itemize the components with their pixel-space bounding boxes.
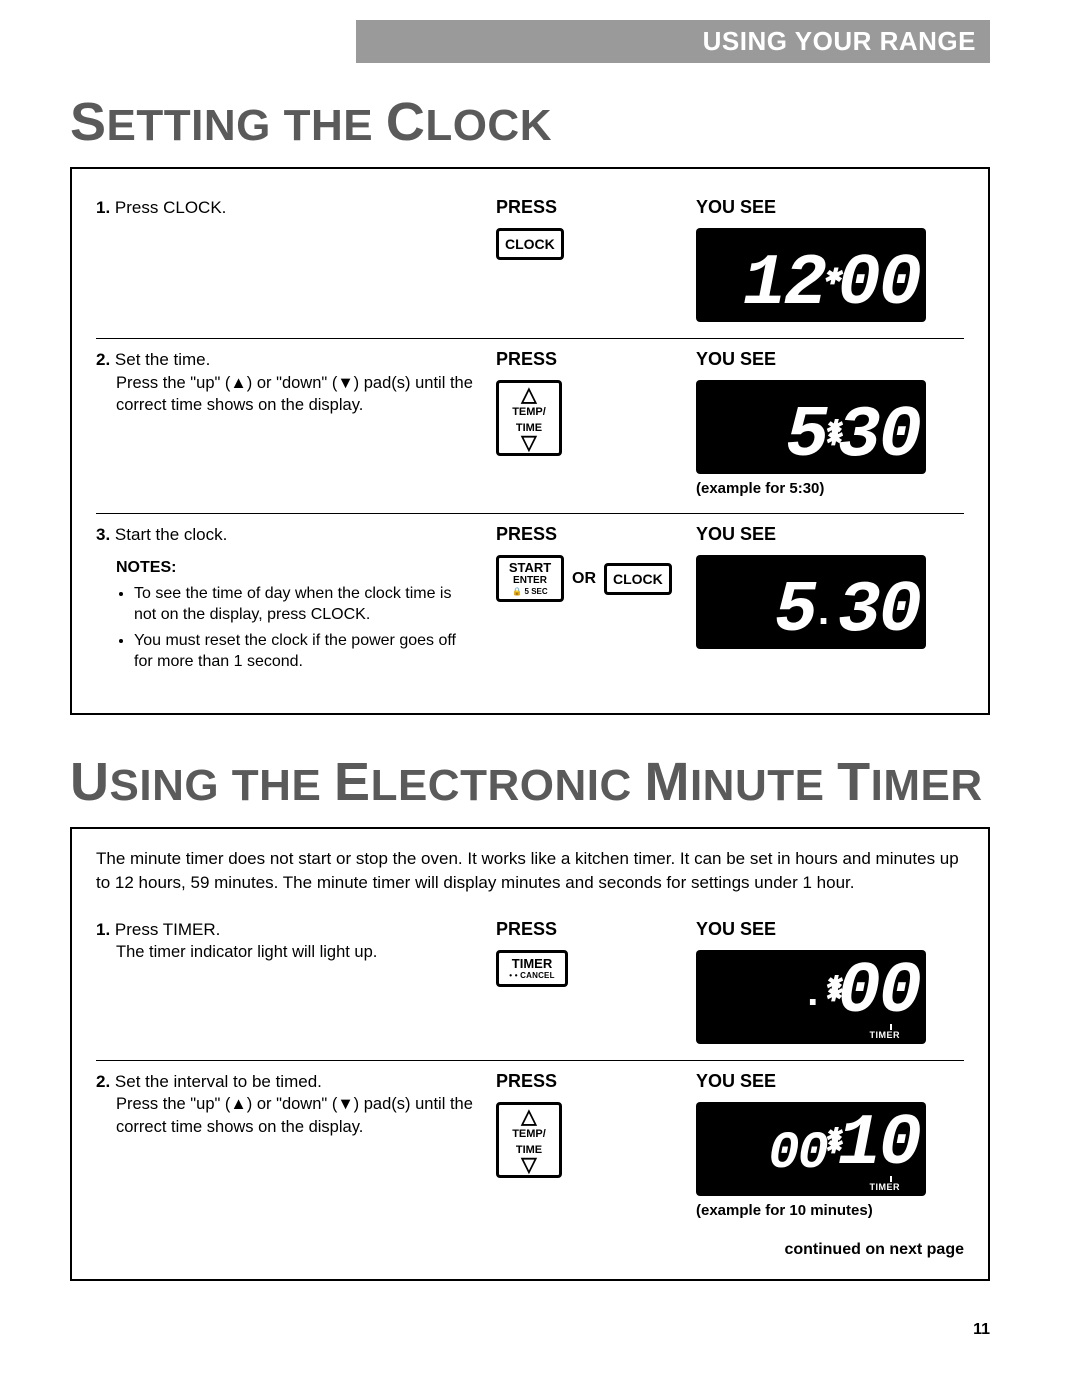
lcd-display-t2: 0 0 ✱✱ 1 0 TIMER bbox=[696, 1102, 926, 1196]
lcd-display-3: 5 . 3 0 bbox=[696, 555, 926, 649]
press-label: PRESS bbox=[496, 1071, 557, 1092]
colon-blink-icon: ✱✱ bbox=[825, 424, 840, 446]
notes-label: NOTES: bbox=[116, 557, 476, 579]
step-row-t1: 1. Press TIMER. The timer indicator ligh… bbox=[96, 909, 964, 1060]
box-minute-timer: The minute timer does not start or stop … bbox=[70, 827, 990, 1281]
yousee-col: YOU SEE . ✱✱ 0 0 TIMER bbox=[696, 919, 964, 1044]
yousee-col: YOU SEE 5 . 3 0 bbox=[696, 524, 964, 677]
step-text: 2. Set the time. Press the "up" (▲) or "… bbox=[96, 349, 476, 497]
down-arrow-icon: ▽ bbox=[503, 1157, 555, 1173]
step-text: 1. Press TIMER. The timer indicator ligh… bbox=[96, 919, 476, 1044]
timer-label: TIMER bbox=[696, 1030, 926, 1044]
press-col: PRESS △ TEMP/ TIME ▽ bbox=[496, 1071, 676, 1219]
note-item: You must reset the clock if the power go… bbox=[134, 630, 476, 673]
lcd-display-t1: . ✱✱ 0 0 TIMER bbox=[696, 950, 926, 1044]
press-label: PRESS bbox=[496, 524, 557, 545]
notes-list: To see the time of day when the clock ti… bbox=[116, 583, 476, 673]
press-col: PRESS START ENTER 5 SEC OR CLOCK bbox=[496, 524, 676, 677]
colon-blink-icon: ✱✱ bbox=[825, 1132, 840, 1154]
display-caption: (example for 5:30) bbox=[696, 480, 824, 497]
heading-minute-timer: USING THE ELECTRONIC MINUTE TIMER bbox=[70, 751, 990, 813]
clock-button-icon: CLOCK bbox=[604, 563, 672, 595]
temp-time-button-icon: △ TEMP/ TIME ▽ bbox=[496, 1102, 562, 1178]
yousee-label: YOU SEE bbox=[696, 1071, 776, 1092]
yousee-col: YOU SEE 5 ✱✱ 3 0 (example for 5:30) bbox=[696, 349, 964, 497]
press-col: PRESS CLOCK bbox=[496, 197, 676, 322]
timer-indicator-icon bbox=[890, 1024, 892, 1030]
note-item: To see the time of day when the clock ti… bbox=[134, 583, 476, 626]
clock-button-icon: CLOCK bbox=[496, 228, 564, 260]
colon-dot-icon: . bbox=[812, 595, 834, 635]
press-label: PRESS bbox=[496, 919, 557, 940]
colon-blink-icon: ✱ bbox=[823, 268, 839, 290]
yousee-col: YOU SEE 1 2 ✱ 0 0 bbox=[696, 197, 964, 322]
step-row-3: 3. Start the clock. NOTES: To see the ti… bbox=[96, 513, 964, 693]
step-row-t2: 2. Set the interval to be timed. Press t… bbox=[96, 1060, 964, 1235]
step-row-1: 1. Press CLOCK. PRESS CLOCK YOU SEE 1 2 … bbox=[96, 187, 964, 338]
step-text: 3. Start the clock. NOTES: To see the ti… bbox=[96, 524, 476, 677]
continued-label: continued on next page bbox=[96, 1241, 964, 1259]
yousee-label: YOU SEE bbox=[696, 524, 776, 545]
timer-indicator-icon bbox=[890, 1176, 892, 1182]
manual-page: USING YOUR RANGE SETTING THE CLOCK 1. Pr… bbox=[0, 0, 1080, 1379]
up-arrow-icon: △ bbox=[503, 1109, 555, 1125]
timer-label: TIMER bbox=[696, 1182, 926, 1196]
page-number: 11 bbox=[70, 1321, 990, 1339]
colon-blink-icon: ✱✱ bbox=[825, 980, 840, 1002]
section-header-bar: USING YOUR RANGE bbox=[356, 20, 990, 63]
lcd-display-2: 5 ✱✱ 3 0 bbox=[696, 380, 926, 474]
yousee-col: YOU SEE 0 0 ✱✱ 1 0 TIMER (example for 10… bbox=[696, 1071, 964, 1219]
yousee-label: YOU SEE bbox=[696, 919, 776, 940]
press-col: PRESS TIMER • • CANCEL bbox=[496, 919, 676, 1044]
box-setting-clock: 1. Press CLOCK. PRESS CLOCK YOU SEE 1 2 … bbox=[70, 167, 990, 715]
temp-time-button-icon: △ TEMP/ TIME ▽ bbox=[496, 380, 562, 456]
step-row-2: 2. Set the time. Press the "up" (▲) or "… bbox=[96, 338, 964, 513]
lock-icon bbox=[512, 587, 522, 596]
down-arrow-icon: ▽ bbox=[503, 435, 555, 451]
intro-text: The minute timer does not start or stop … bbox=[96, 847, 964, 895]
step-text: 1. Press CLOCK. bbox=[96, 197, 476, 322]
press-label: PRESS bbox=[496, 349, 557, 370]
lcd-display-1: 1 2 ✱ 0 0 bbox=[696, 228, 926, 322]
timer-button-icon: TIMER • • CANCEL bbox=[496, 950, 568, 987]
step-text: 2. Set the interval to be timed. Press t… bbox=[96, 1071, 476, 1219]
up-arrow-icon: △ bbox=[503, 387, 555, 403]
start-button-icon: START ENTER 5 SEC bbox=[496, 555, 564, 602]
heading-setting-clock: SETTING THE CLOCK bbox=[70, 91, 990, 153]
press-col: PRESS △ TEMP/ TIME ▽ bbox=[496, 349, 676, 497]
display-caption: (example for 10 minutes) bbox=[696, 1202, 873, 1219]
press-label: PRESS bbox=[496, 197, 557, 218]
or-label: OR bbox=[572, 570, 596, 588]
yousee-label: YOU SEE bbox=[696, 349, 776, 370]
yousee-label: YOU SEE bbox=[696, 197, 776, 218]
